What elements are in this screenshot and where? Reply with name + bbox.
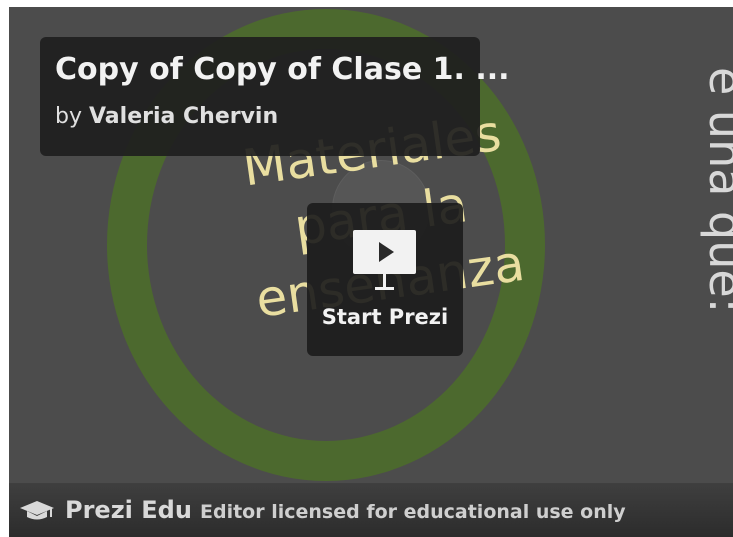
footer-bar: Prezi Edu Editor licensed for educationa… [9,483,733,537]
author-line: by Valeria Chervin [55,104,278,129]
author-prefix: by [55,104,82,129]
play-triangle [379,242,394,262]
play-icon[interactable] [353,230,416,274]
prezi-embed: Materiales para la enseñanza e una que: … [0,0,733,537]
start-prezi-label: Start Prezi [321,305,449,329]
canvas-side-text: e una que: [699,67,733,314]
author-name[interactable]: Valeria Chervin [89,104,278,129]
play-stand-base [375,287,394,290]
presentation-title[interactable]: Copy of Copy of Clase 1. ... [55,52,510,87]
title-overlay: Copy of Copy of Clase 1. ... by Valeria … [40,37,510,156]
brand-label[interactable]: Prezi Edu [65,496,192,524]
license-text: Editor licensed for educational use only [200,501,626,523]
play-stand-stem [383,274,386,288]
graduation-cap-icon [20,501,54,520]
start-prezi-button[interactable]: Start Prezi [307,203,463,356]
prezi-canvas[interactable]: Materiales para la enseñanza e una que: … [9,7,733,483]
